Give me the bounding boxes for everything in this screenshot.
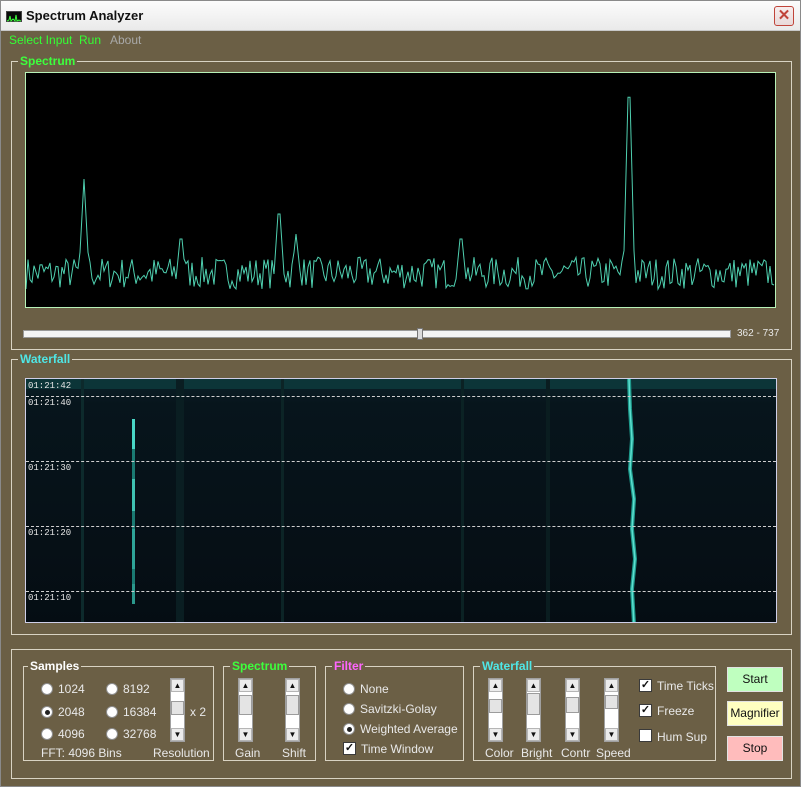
shift-scrollbar[interactable]: ▲ ▼	[285, 678, 300, 742]
scroll-up-arrow-icon[interactable]: ▲	[605, 679, 618, 692]
color-scrollbar[interactable]: ▲ ▼	[488, 678, 503, 742]
app-window: Spectrum Analyzer ✕ Select Input Run Abo…	[0, 0, 801, 787]
speed-scroll-thumb[interactable]	[605, 695, 618, 709]
frequency-range-text: 362 - 737	[737, 328, 780, 339]
scroll-down-arrow-icon[interactable]: ▼	[566, 728, 579, 741]
resolution-scrollbar[interactable]: ▲ ▼	[170, 678, 185, 742]
frequency-range-slider[interactable]	[23, 330, 731, 338]
contr-label: Contr	[561, 746, 591, 760]
speed-label: Speed	[596, 746, 631, 760]
time-tick-line	[26, 591, 776, 592]
gain-label: Gain	[235, 746, 261, 760]
fft-bins-text: FFT: 4096 Bins	[41, 746, 122, 760]
bright-label: Bright	[521, 746, 553, 760]
scroll-down-arrow-icon[interactable]: ▼	[605, 728, 618, 741]
samples-option-label: 2048	[58, 705, 85, 719]
time-ticks-checkbox[interactable]: ✓	[639, 679, 652, 692]
scroll-up-arrow-icon[interactable]: ▲	[171, 679, 184, 692]
gain-scroll-thumb[interactable]	[239, 695, 252, 715]
filter-radio-savitzki-golay[interactable]	[343, 703, 355, 715]
scroll-down-arrow-icon[interactable]: ▼	[239, 728, 252, 741]
spectrum-app-icon	[6, 11, 22, 23]
time-label: 01:21:30	[28, 463, 72, 473]
resolution-multiplier: x 2	[190, 705, 207, 719]
filter-option-label: None	[360, 682, 389, 696]
color-label: Color	[485, 746, 514, 760]
time-tick-line	[26, 461, 776, 462]
bright-scroll-thumb[interactable]	[527, 693, 540, 715]
resolution-scroll-thumb[interactable]	[171, 701, 184, 715]
spectrum-controls-label: Spectrum	[230, 659, 290, 673]
samples-option-label: 4096	[58, 727, 85, 741]
scroll-up-arrow-icon[interactable]: ▲	[489, 679, 502, 692]
contr-scroll-thumb[interactable]	[566, 697, 579, 713]
title-bar: Spectrum Analyzer ✕	[1, 1, 800, 31]
scroll-down-arrow-icon[interactable]: ▼	[286, 728, 299, 741]
samples-radio-2048[interactable]	[41, 706, 53, 718]
time-window-checkbox[interactable]: ✓	[343, 742, 356, 755]
freeze-checkbox[interactable]: ✓	[639, 704, 652, 717]
time-label: 01:21:40	[28, 398, 72, 408]
waterfall-plot[interactable]: 01:21:42 01:21:40 01:21:30 01:21:20 01:2…	[25, 378, 777, 623]
frequency-range-slider-thumb[interactable]	[416, 328, 423, 340]
start-button[interactable]: Start	[727, 667, 783, 692]
time-label: 01:21:20	[28, 528, 72, 538]
time-label: 01:21:10	[28, 593, 72, 603]
samples-option-label: 32768	[123, 727, 157, 741]
stop-button[interactable]: Stop	[727, 736, 783, 761]
samples-option-label: 1024	[58, 682, 85, 696]
scroll-up-arrow-icon[interactable]: ▲	[527, 679, 540, 692]
time-ticks-label: Time Ticks	[657, 679, 714, 693]
close-button[interactable]: ✕	[774, 6, 794, 26]
samples-option-label: 8192	[123, 682, 150, 696]
menu-select-input[interactable]: Select Input	[9, 33, 72, 47]
scroll-up-arrow-icon[interactable]: ▲	[239, 679, 252, 692]
samples-radio-1024[interactable]	[41, 683, 53, 695]
scroll-down-arrow-icon[interactable]: ▼	[527, 728, 540, 741]
hum-sup-checkbox[interactable]	[639, 729, 652, 742]
speed-scrollbar[interactable]: ▲ ▼	[604, 678, 619, 742]
scroll-down-arrow-icon[interactable]: ▼	[171, 728, 184, 741]
time-window-label: Time Window	[361, 742, 434, 756]
menu-run[interactable]: Run	[79, 33, 101, 47]
samples-radio-4096[interactable]	[41, 728, 53, 740]
waterfall-image	[26, 379, 776, 622]
samples-group-label: Samples	[28, 659, 82, 673]
shift-scroll-thumb[interactable]	[286, 695, 299, 715]
gain-scrollbar[interactable]: ▲ ▼	[238, 678, 253, 742]
filter-option-label: Savitzki-Golay	[360, 702, 437, 716]
filter-group-label: Filter	[332, 659, 366, 673]
time-label: 01:21:42	[28, 381, 72, 391]
spectrum-plot[interactable]	[25, 72, 776, 308]
spectrum-trace	[25, 96, 775, 291]
filter-radio-weighted-average[interactable]	[343, 723, 355, 735]
filter-radio-none[interactable]	[343, 683, 355, 695]
scroll-up-arrow-icon[interactable]: ▲	[566, 679, 579, 692]
shift-label: Shift	[282, 746, 307, 760]
scroll-down-arrow-icon[interactable]: ▼	[489, 728, 502, 741]
samples-option-label: 16384	[123, 705, 157, 719]
time-tick-line	[26, 396, 776, 397]
hum-sup-label: Hum Sup	[657, 730, 708, 744]
menu-bar: Select Input Run About	[1, 31, 800, 50]
resolution-label: Resolution	[153, 746, 210, 760]
spectrum-panel-label: Spectrum	[18, 54, 78, 68]
menu-about[interactable]: About	[110, 33, 141, 47]
spectrum-trace-svg	[25, 96, 775, 291]
samples-radio-32768[interactable]	[106, 728, 118, 740]
time-tick-line	[26, 526, 776, 527]
waterfall-panel-label: Waterfall	[18, 352, 73, 366]
samples-radio-8192[interactable]	[106, 683, 118, 695]
filter-option-label: Weighted Average	[360, 722, 458, 736]
magnifier-button[interactable]: Magnifier	[727, 701, 783, 726]
contr-scrollbar[interactable]: ▲ ▼	[565, 678, 580, 742]
samples-radio-16384[interactable]	[106, 706, 118, 718]
window-title: Spectrum Analyzer	[26, 8, 144, 23]
bright-scrollbar[interactable]: ▲ ▼	[526, 678, 541, 742]
waterfall-controls-label: Waterfall	[480, 659, 535, 673]
scroll-up-arrow-icon[interactable]: ▲	[286, 679, 299, 692]
freeze-label: Freeze	[657, 704, 695, 718]
color-scroll-thumb[interactable]	[489, 699, 502, 713]
